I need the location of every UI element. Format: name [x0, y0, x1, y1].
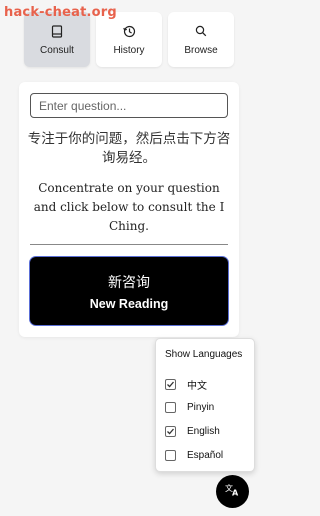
tab-consult-label: Consult — [40, 45, 74, 56]
divider — [30, 244, 228, 245]
watermark-text: hack-cheat.org — [4, 5, 117, 20]
check-icon — [167, 381, 174, 388]
tab-history[interactable]: History — [96, 12, 162, 67]
tab-consult[interactable]: Consult — [24, 12, 90, 67]
check-icon — [167, 428, 174, 435]
language-item-pinyin[interactable]: Pinyin — [165, 402, 214, 413]
languages-menu: Show Languages 中文 Pinyin English Español — [155, 338, 255, 472]
language-label-pinyin: Pinyin — [187, 402, 215, 413]
prompt-english: Concentrate on your question and click b… — [33, 181, 225, 233]
checkbox-spanish[interactable] — [165, 450, 176, 461]
search-icon — [193, 23, 209, 39]
history-icon — [121, 23, 137, 39]
language-label-spanish: Español — [187, 450, 224, 461]
new-reading-label-en: New Reading — [89, 296, 169, 311]
new-reading-label-zh: 新咨询 — [108, 274, 150, 291]
language-item-spanish[interactable]: Español — [165, 450, 223, 461]
checkbox-chinese[interactable] — [165, 379, 176, 390]
top-tabs: Consult History Browse — [24, 12, 234, 67]
question-input[interactable] — [30, 93, 228, 118]
language-item-chinese[interactable]: 中文 — [165, 377, 207, 392]
checkbox-english[interactable] — [165, 426, 176, 437]
new-reading-button[interactable]: 新咨询 New Reading — [30, 257, 228, 325]
languages-menu-title: Show Languages — [165, 349, 243, 360]
svg-text:A: A — [232, 489, 239, 497]
prompt-chinese: 专注于你的问题，然后点击下方咨询易经。 — [27, 131, 231, 166]
tab-browse-label: Browse — [184, 45, 218, 56]
book-icon — [49, 23, 65, 39]
language-fab-button[interactable]: 文 A — [216, 475, 249, 508]
tab-history-label: History — [113, 45, 145, 56]
translate-icon: 文 A — [225, 482, 240, 501]
language-label-english: English — [187, 426, 220, 437]
checkbox-pinyin[interactable] — [165, 402, 176, 413]
tab-browse[interactable]: Browse — [168, 12, 234, 67]
language-label-chinese: 中文 — [187, 381, 207, 392]
language-item-english[interactable]: English — [165, 426, 220, 437]
consult-card: 专注于你的问题，然后点击下方咨询易经。 Concentrate on your … — [19, 82, 239, 337]
